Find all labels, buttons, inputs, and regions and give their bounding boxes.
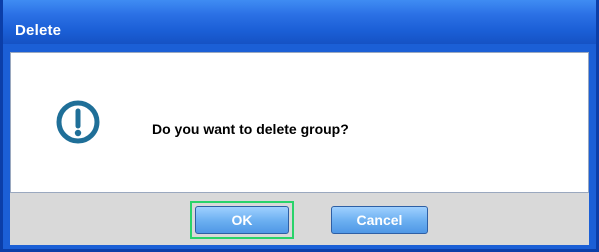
ok-button[interactable]: OK bbox=[195, 206, 289, 234]
dialog-message: Do you want to delete group? bbox=[152, 121, 349, 137]
exclamation-circle-icon bbox=[54, 98, 102, 146]
dialog-button-bar: OK Cancel bbox=[10, 193, 589, 245]
dialog-title: Delete bbox=[15, 22, 62, 39]
dialog-content: Do you want to delete group? bbox=[10, 52, 589, 193]
delete-dialog: Delete Do you want to delete group? OK C… bbox=[0, 0, 599, 252]
dialog-titlebar[interactable]: Delete bbox=[3, 0, 596, 44]
cancel-button[interactable]: Cancel bbox=[331, 206, 428, 234]
